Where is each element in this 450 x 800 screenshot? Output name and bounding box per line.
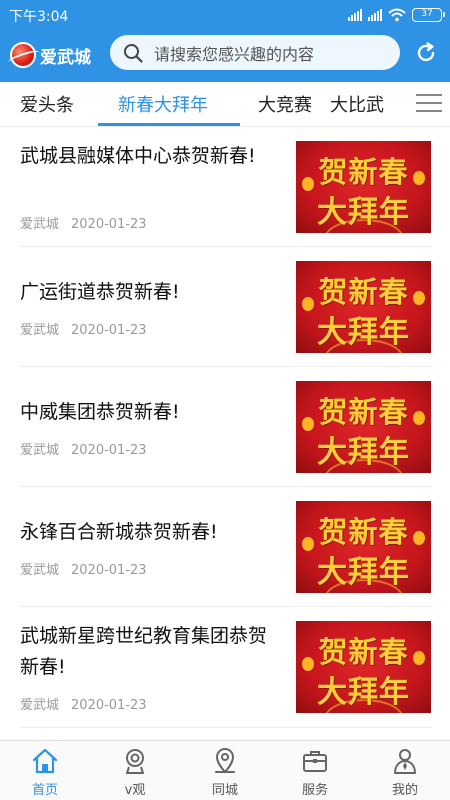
item-meta: 爱武城 2020-01-23 [20,694,147,713]
signal-hd-icon [368,9,382,21]
list-item[interactable]: 武城新星跨世纪教育集团恭贺新春! 爱武城 2020-01-23 贺新春 大拜年 [20,607,432,728]
item-date: 2020-01-23 [71,443,147,458]
item-thumbnail: 贺新春 大拜年 [296,141,431,233]
item-title: 中威集团恭贺新春! [20,401,180,423]
item-thumbnail: 贺新春 大拜年 [296,621,431,713]
item-meta: 爱武城 2020-01-23 [20,213,147,232]
nav-label: v观 [124,783,146,798]
item-date: 2020-01-23 [71,698,147,713]
logo-text: 爱武城 [40,47,91,68]
channel-menu-icon[interactable] [416,94,442,114]
item-date: 2020-01-23 [71,323,147,338]
app-bar: 爱武城 请搜索您感兴趣的内容 [0,30,450,82]
thumb-text-line2: 大拜年 [317,435,410,470]
nav-services[interactable]: 服务 [270,741,360,800]
signal-icon [348,9,362,21]
camera-icon [126,749,144,774]
nav-profile[interactable]: 我的 [360,741,450,800]
location-pin-icon [215,748,235,774]
search-placeholder: 请搜索您感兴趣的内容 [154,44,315,64]
list-item[interactable]: 永锋百合新城恭贺新春! 爱武城 2020-01-23 贺新春 大拜年 [20,487,432,607]
bottom-nav: 首页 v观 同城 服务 我的 [0,740,450,800]
thumb-text-line2: 大拜年 [317,675,410,710]
status-bar: 下午3:04 37 [0,0,450,30]
nav-local[interactable]: 同城 [180,741,270,800]
item-thumbnail: 贺新春 大拜年 [296,501,431,593]
user-icon [394,749,416,774]
item-source: 爱武城 [20,443,60,458]
status-time: 下午3:04 [9,9,69,25]
thumb-text-line1: 贺新春 [318,395,409,429]
tab-new-year[interactable]: 新春大拜年 [118,91,208,117]
active-tab-indicator [98,123,240,126]
list-item[interactable]: 中威集团恭贺新春! 爱武城 2020-01-23 贺新春 大拜年 [20,367,432,487]
thumb-text-line2: 大拜年 [317,555,410,590]
item-source: 爱武城 [20,323,60,338]
thumb-text-line1: 贺新春 [318,635,409,669]
thumb-text-line1: 贺新春 [318,515,409,549]
item-title: 永锋百合新城恭贺新春! [20,521,218,543]
thumb-text-line1: 贺新春 [318,155,409,189]
item-thumbnail: 贺新春 大拜年 [296,381,431,473]
list-item[interactable]: 武城县融媒体中心恭贺新春! 爱武城 2020-01-23 贺新春 大拜年 [20,127,432,247]
item-source: 爱武城 [20,563,60,578]
tab-competition[interactable]: 大比武 [330,91,384,117]
logo-mark-icon [10,42,36,68]
status-icons: 37 [348,5,445,25]
nav-label: 服务 [301,783,328,798]
thumb-text-line2: 大拜年 [317,315,410,350]
list-item[interactable]: 广运街道恭贺新春! 爱武城 2020-01-23 贺新春 大拜年 [20,247,432,367]
nav-label: 我的 [391,783,418,798]
item-meta: 爱武城 2020-01-23 [20,319,147,338]
thumb-text-line1: 贺新春 [318,275,409,309]
item-thumbnail: 贺新春 大拜年 [296,261,431,353]
nav-label: 同城 [211,783,238,798]
battery-icon: 37 [412,8,445,22]
nav-home[interactable]: 首页 [0,741,90,800]
briefcase-icon [303,751,327,772]
nav-video[interactable]: v观 [90,741,180,800]
search-input[interactable]: 请搜索您感兴趣的内容 [110,35,400,70]
item-meta: 爱武城 2020-01-23 [20,439,147,458]
refresh-icon[interactable] [414,41,438,65]
item-title: 武城新星跨世纪教育集团恭贺新春! [20,625,268,678]
thumb-text-line2: 大拜年 [317,195,410,230]
nav-label: 首页 [31,783,58,798]
home-icon [32,748,58,774]
item-title: 广运街道恭贺新春! [20,281,180,303]
item-source: 爱武城 [20,698,60,713]
category-tabs: 爱头条 新春大拜年 大竞赛 大比武 [0,82,450,127]
app-header: 下午3:04 37 爱武城 请搜索您感兴趣的内容 [0,0,450,82]
item-date: 2020-01-23 [71,563,147,578]
tab-headlines[interactable]: 爱头条 [20,91,74,117]
tab-contest[interactable]: 大竞赛 [258,91,312,117]
wifi-icon [388,8,406,22]
search-icon [122,42,144,64]
item-title: 武城县融媒体中心恭贺新春! [20,145,256,167]
app-logo[interactable]: 爱武城 [10,42,91,68]
item-date: 2020-01-23 [71,217,147,232]
item-source: 爱武城 [20,217,60,232]
item-meta: 爱武城 2020-01-23 [20,559,147,578]
